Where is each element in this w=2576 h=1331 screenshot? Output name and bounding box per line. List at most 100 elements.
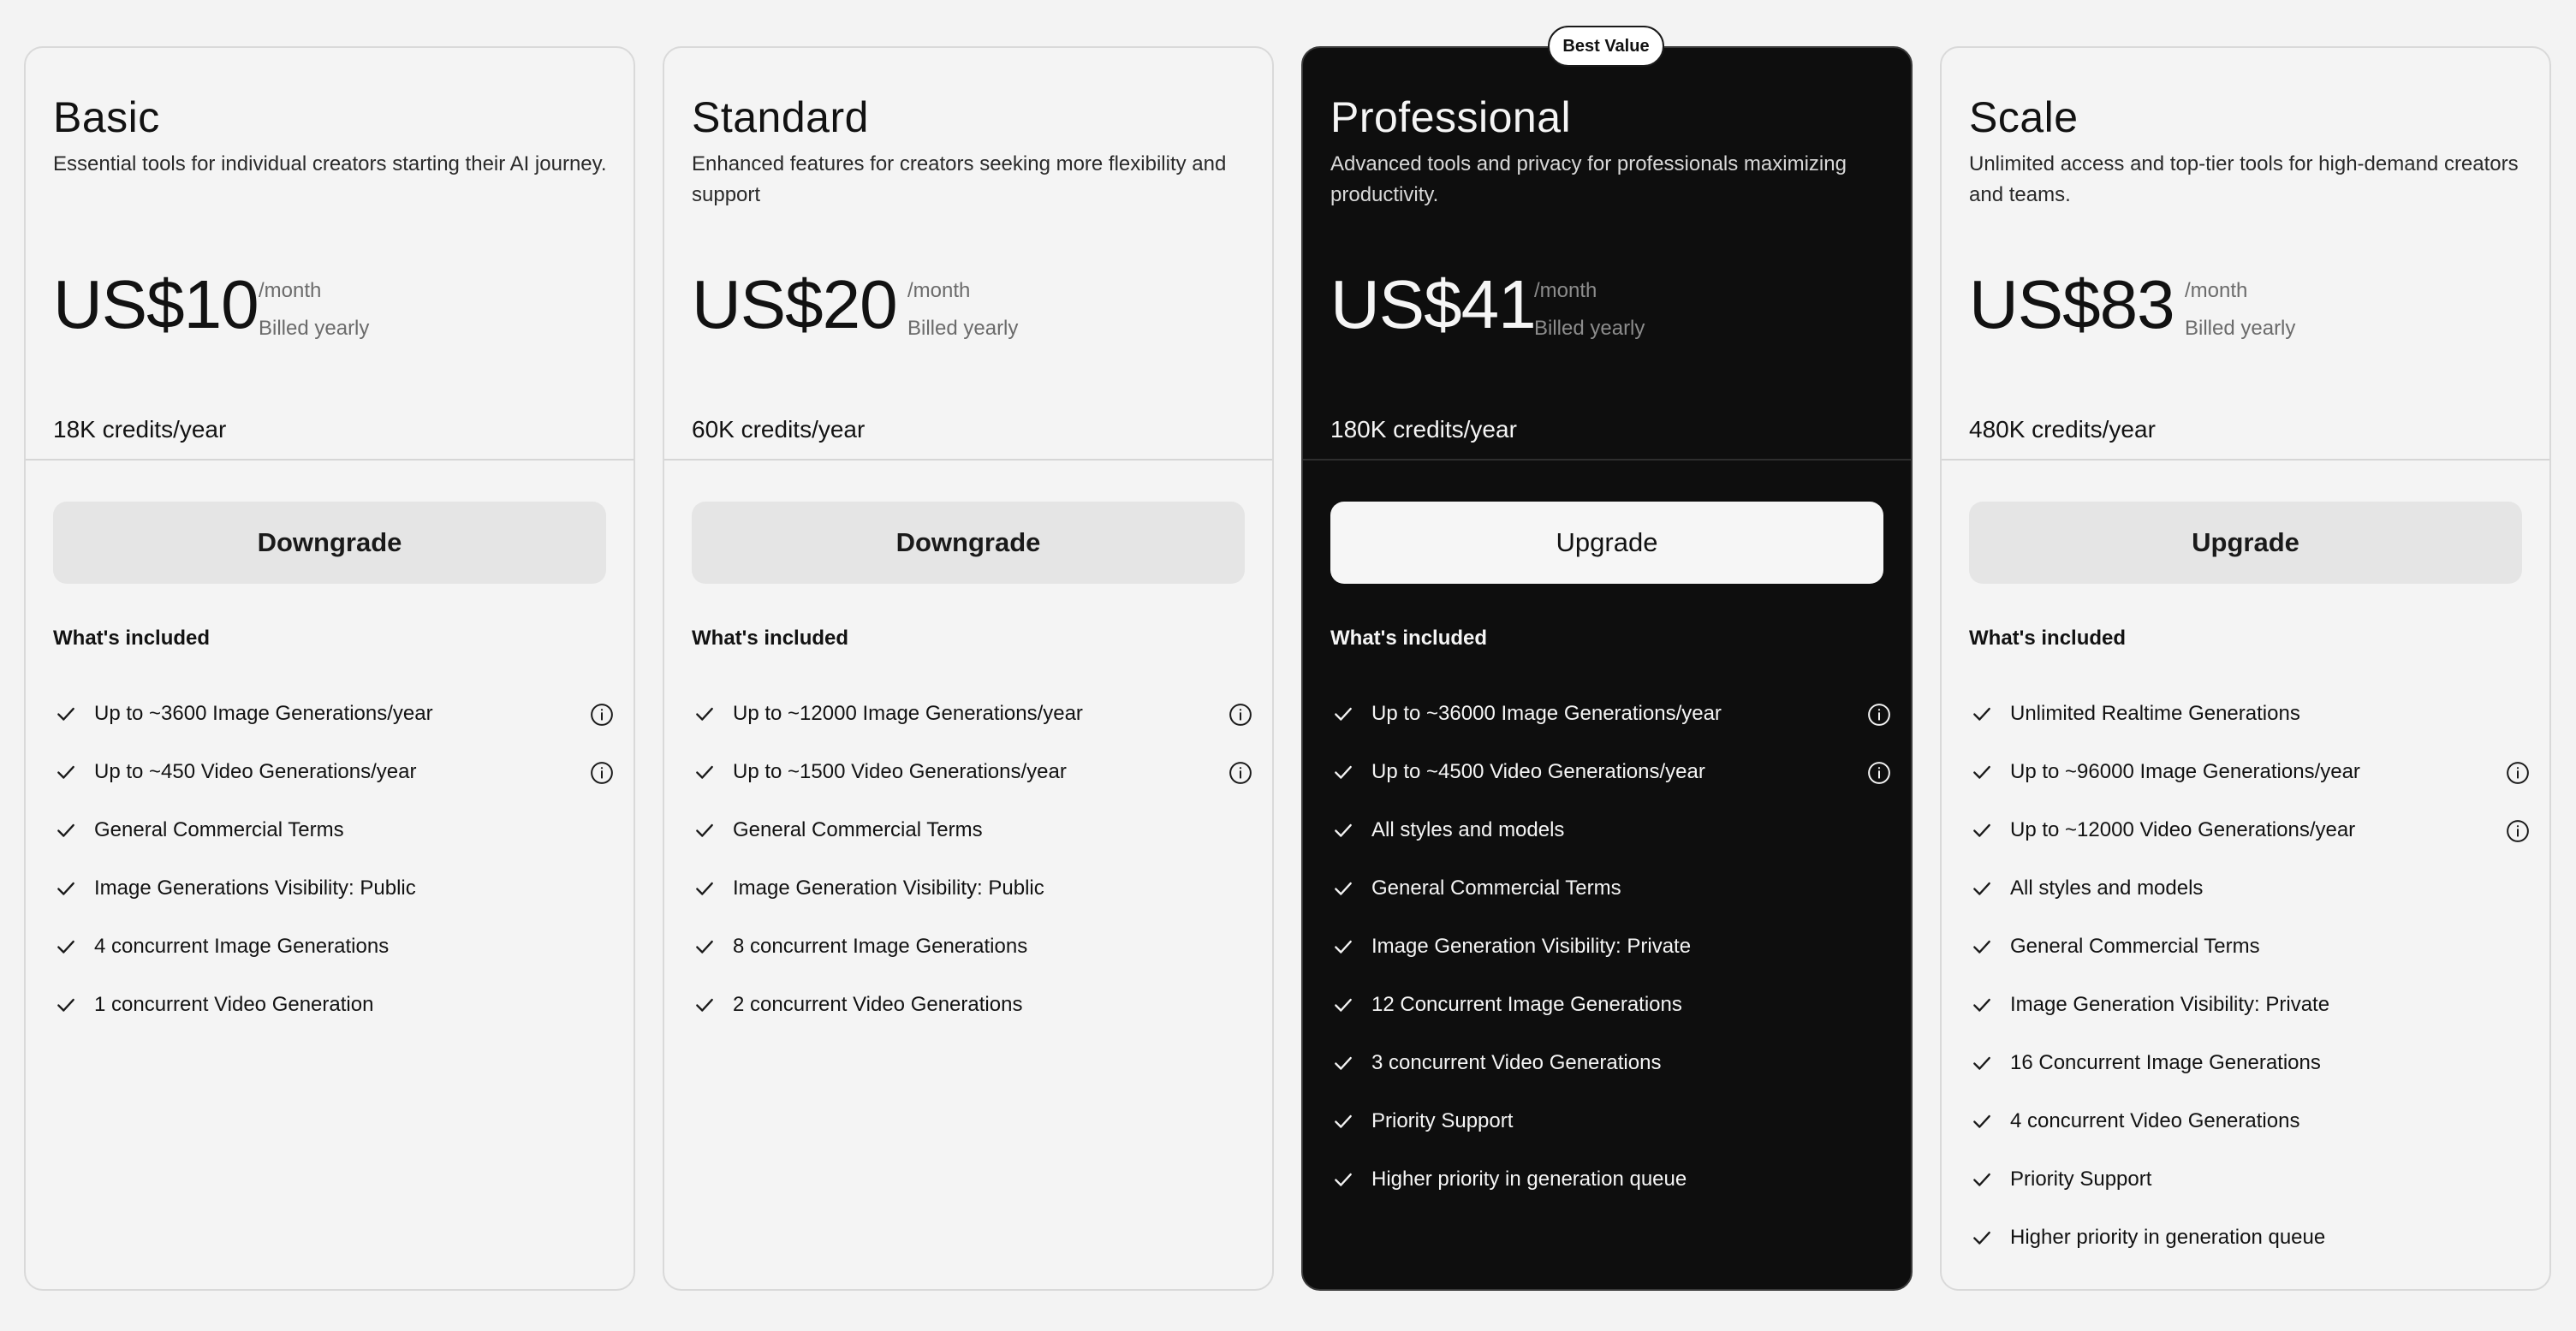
- info-icon[interactable]: [1866, 702, 1892, 728]
- best-value-badge: Best Value: [1548, 26, 1664, 67]
- plan-price: US$83: [1969, 266, 2175, 342]
- feature-text: Image Generation Visibility: Public: [733, 876, 1044, 900]
- pricing-plans: Scale Unlimited access and top-tier tools…: [0, 0, 2576, 1331]
- feature-item: General Commercial Terms: [1330, 859, 1887, 918]
- plan-card-scale: Scale Unlimited access and top-tier tools…: [1940, 46, 2551, 1291]
- billing-cycle: Billed yearly: [1534, 317, 1645, 340]
- check-icon: [1969, 1108, 1995, 1134]
- info-icon[interactable]: [1228, 702, 1253, 728]
- plan-card-standard: Standard Enhanced features for creators s…: [663, 46, 1274, 1291]
- feature-text: Up to ~96000 Image Generations/year: [2010, 760, 2360, 783]
- feature-item: All styles and models: [1969, 859, 2525, 918]
- feature-list: Up to ~3600 Image Generations/year Up to …: [53, 685, 613, 1034]
- check-icon: [692, 992, 717, 1018]
- check-icon: [692, 934, 717, 960]
- feature-item: Priority Support: [1969, 1150, 2525, 1209]
- info-icon[interactable]: [589, 760, 615, 786]
- check-icon: [1969, 759, 1995, 785]
- feature-text: Image Generation Visibility: Private: [1371, 935, 1692, 958]
- check-icon: [53, 701, 79, 727]
- info-icon[interactable]: [2505, 818, 2531, 844]
- check-icon: [1969, 701, 1995, 727]
- plan-name: Professional: [1330, 93, 1572, 141]
- plan-header: Basic Essential tools for individual crea…: [26, 48, 634, 459]
- check-icon: [1330, 759, 1356, 785]
- feature-item: Up to ~450 Video Generations/year: [53, 743, 613, 801]
- feature-list: Up to ~36000 Image Generations/year Up to…: [1330, 685, 1890, 1209]
- plan-price: US$20: [692, 266, 898, 342]
- plan-credits: 480K credits/year: [1969, 416, 2156, 443]
- feature-item: Image Generation Visibility: Private: [1969, 976, 2525, 1034]
- feature-text: Up to ~1500 Video Generations/year: [733, 760, 1067, 783]
- check-icon: [1969, 1167, 1995, 1192]
- feature-item: Up to ~1500 Video Generations/year: [692, 743, 1252, 801]
- price-period-unit: /month: [1534, 279, 1597, 302]
- info-icon[interactable]: [589, 702, 615, 728]
- plan-credits: 180K credits/year: [1330, 416, 1517, 443]
- check-icon: [1330, 701, 1356, 727]
- check-icon: [53, 817, 79, 843]
- feature-item: Up to ~12000 Image Generations/year: [692, 685, 1252, 743]
- price-period: /month Billed yearly: [2185, 272, 2295, 348]
- feature-text: 4 concurrent Video Generations: [2010, 1109, 2300, 1132]
- downgrade-button[interactable]: Downgrade: [53, 502, 606, 584]
- feature-text: Up to ~4500 Video Generations/year: [1371, 760, 1705, 783]
- price-period: /month Billed yearly: [907, 272, 1018, 348]
- feature-item: General Commercial Terms: [1969, 918, 2525, 976]
- feature-text: 2 concurrent Video Generations: [733, 993, 1023, 1016]
- whats-included-heading: What's included: [692, 627, 849, 650]
- feature-text: General Commercial Terms: [1371, 876, 1621, 900]
- feature-item: Priority Support: [1330, 1092, 1887, 1150]
- feature-text: 12 Concurrent Image Generations: [1371, 993, 1682, 1016]
- feature-item: Up to ~4500 Video Generations/year: [1330, 743, 1890, 801]
- price-period: /month Billed yearly: [259, 272, 369, 348]
- feature-text: Image Generations Visibility: Public: [94, 876, 416, 900]
- plan-header: Standard Enhanced features for creators s…: [664, 48, 1272, 459]
- check-icon: [1969, 1225, 1995, 1251]
- feature-text: Priority Support: [1371, 1109, 1514, 1132]
- upgrade-button[interactable]: Upgrade: [1330, 502, 1883, 584]
- check-icon: [1330, 876, 1356, 901]
- feature-item: Up to ~36000 Image Generations/year: [1330, 685, 1890, 743]
- plan-name: Basic: [53, 93, 160, 141]
- check-icon: [1969, 817, 1995, 843]
- billing-cycle: Billed yearly: [907, 317, 1019, 340]
- plan-header: Professional Advanced tools and privacy f…: [1303, 48, 1911, 459]
- feature-item: General Commercial Terms: [692, 801, 1248, 859]
- feature-item: 2 concurrent Video Generations: [692, 976, 1248, 1034]
- plan-description: Enhanced features for creators seeking m…: [692, 152, 1227, 206]
- feature-list: Unlimited Realtime Generations Up to ~960…: [1969, 685, 2529, 1267]
- divider: [664, 459, 1272, 461]
- check-icon: [1330, 934, 1356, 960]
- feature-item: General Commercial Terms: [53, 801, 610, 859]
- check-icon: [53, 934, 79, 960]
- divider: [1303, 459, 1911, 461]
- info-icon[interactable]: [2505, 760, 2531, 786]
- feature-text: General Commercial Terms: [94, 818, 344, 841]
- feature-item: 12 Concurrent Image Generations: [1330, 976, 1887, 1034]
- info-icon[interactable]: [1228, 760, 1253, 786]
- check-icon: [692, 701, 717, 727]
- whats-included-heading: What's included: [1330, 627, 1488, 650]
- check-icon: [1330, 1108, 1356, 1134]
- feature-item: 8 concurrent Image Generations: [692, 918, 1248, 976]
- feature-text: All styles and models: [2010, 876, 2204, 900]
- plan-name: Scale: [1969, 93, 2079, 141]
- upgrade-button[interactable]: Upgrade: [1969, 502, 2522, 584]
- check-icon: [53, 876, 79, 901]
- check-icon: [1969, 992, 1995, 1018]
- plan-description: Unlimited access and top-tier tools for …: [1969, 152, 2519, 206]
- info-icon[interactable]: [1866, 760, 1892, 786]
- feature-text: All styles and models: [1371, 818, 1565, 841]
- feature-item: Higher priority in generation queue: [1330, 1150, 1887, 1209]
- plan-price: US$41: [1330, 266, 1537, 342]
- feature-item: 1 concurrent Video Generation: [53, 976, 610, 1034]
- feature-item: Up to ~3600 Image Generations/year: [53, 685, 613, 743]
- whats-included-heading: What's included: [53, 627, 211, 650]
- feature-text: Image Generation Visibility: Private: [2010, 993, 2330, 1016]
- check-icon: [1969, 876, 1995, 901]
- price-period-unit: /month: [259, 279, 322, 302]
- feature-item: All styles and models: [1330, 801, 1887, 859]
- downgrade-button[interactable]: Downgrade: [692, 502, 1245, 584]
- plan-description: Essential tools for individual creators …: [53, 152, 607, 175]
